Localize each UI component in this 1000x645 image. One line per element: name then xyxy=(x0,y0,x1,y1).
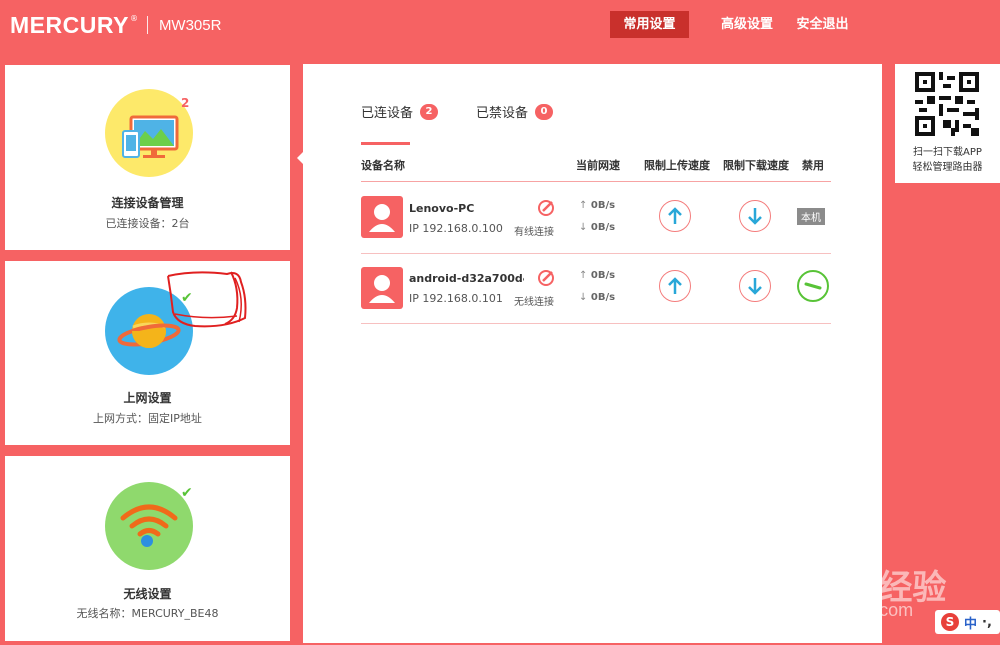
tab-label: 已禁设备 xyxy=(476,106,529,121)
count-badge: 2 xyxy=(420,103,439,120)
arrow-up-icon xyxy=(668,207,682,224)
app-download-panel: 扫一扫下载APP 轻松管理路由器 xyxy=(895,64,1000,183)
limit-upload-button[interactable] xyxy=(659,270,691,302)
card-subtitle: 已连接设备：2台 xyxy=(105,217,190,230)
ime-language: 中 xyxy=(964,616,978,632)
ime-indicator[interactable]: S 中 ·, xyxy=(935,610,1000,634)
main-panel: 已连设备 2 已禁设备 0 设备名称 当前网速 限制上传速度 限制下载速度 禁用… xyxy=(303,64,882,643)
download-speed-value: 0B/s xyxy=(590,222,616,233)
upload-arrow-icon: ↑ xyxy=(579,200,588,211)
column-header: 设备名称 xyxy=(361,159,405,172)
watermark-url: jingyan.baidu.com xyxy=(768,600,914,620)
download-speed: ↓ 0B/s xyxy=(579,222,615,233)
connection-type: 有线连接 xyxy=(514,227,554,238)
card-title: 上网设置 xyxy=(123,391,172,405)
upload-speed: ↑ 0B/s xyxy=(579,200,615,211)
limit-upload-button[interactable] xyxy=(659,200,691,232)
limit-download-button[interactable] xyxy=(739,270,771,302)
ban-device-button[interactable] xyxy=(797,270,829,302)
download-speed-value: 0B/s xyxy=(590,292,616,303)
card-device-management[interactable]: 2 连接设备管理 已连接设备：2台 xyxy=(5,65,290,250)
card-wireless-settings[interactable]: ✔ 无线设置 无线名称：MERCURY_BE48 xyxy=(5,456,290,641)
card-subtitle: 无线名称：MERCURY_BE48 xyxy=(76,607,219,620)
brand-logo: MERCURY xyxy=(10,11,129,38)
count-badge: 0 xyxy=(535,103,554,120)
column-header: 当前网速 xyxy=(576,159,620,172)
registered-mark: ® xyxy=(129,14,138,23)
arrow-up-icon xyxy=(668,277,682,294)
device-count-badge: 2 xyxy=(181,96,190,110)
edit-icon[interactable] xyxy=(536,198,556,222)
local-device-tag: 本机 xyxy=(797,208,825,225)
column-header: 限制上传速度 xyxy=(644,159,710,172)
device-ip: IP 192.168.0.101 xyxy=(409,292,503,305)
ban-icon xyxy=(804,282,822,290)
upload-speed-value: 0B/s xyxy=(590,270,616,281)
tab-logout[interactable]: 安全退出 xyxy=(784,11,861,38)
brand-divider xyxy=(146,16,148,34)
tab-label: 已连设备 xyxy=(361,106,414,121)
connection-type: 无线连接 xyxy=(514,297,554,308)
card-title: 连接设备管理 xyxy=(111,196,184,210)
upload-speed: ↑ 0B/s xyxy=(579,270,615,281)
card-title: 无线设置 xyxy=(123,587,172,601)
arrow-down-icon xyxy=(748,278,762,295)
user-avatar-icon xyxy=(361,196,403,238)
upload-arrow-icon: ↑ xyxy=(579,270,588,281)
download-speed: ↓ 0B/s xyxy=(579,292,615,303)
edit-icon[interactable] xyxy=(536,268,556,292)
qr-code-icon xyxy=(915,72,979,136)
download-arrow-icon: ↓ xyxy=(579,222,588,233)
arrow-down-icon xyxy=(748,208,762,225)
monitor-devices-icon xyxy=(105,89,193,177)
download-arrow-icon: ↓ xyxy=(579,292,588,303)
annotation-scribble xyxy=(167,271,247,328)
router-model: MW305R xyxy=(158,16,222,34)
device-name: Lenovo-PC xyxy=(409,202,475,215)
check-icon: ✔ xyxy=(181,485,193,501)
ime-logo-icon: S xyxy=(941,613,959,631)
table-row: Lenovo-PC IP 192.168.0.100 有线连接 ↑ 0B/s ↓… xyxy=(361,184,831,254)
ime-punctuation: ·, xyxy=(982,614,992,630)
device-tabs: 已连设备 2 已禁设备 0 xyxy=(361,102,554,121)
user-avatar-icon xyxy=(361,267,403,309)
active-tab-underline xyxy=(361,142,410,145)
qr-caption-line2: 轻松管理路由器 xyxy=(912,162,983,173)
tab-common-settings[interactable]: 常用设置 xyxy=(610,11,689,38)
wifi-icon xyxy=(105,482,193,570)
brand: MERCURY ® MW305R xyxy=(10,11,221,39)
column-header: 禁用 xyxy=(802,159,824,172)
upload-speed-value: 0B/s xyxy=(590,200,616,211)
device-name: android-d32a700d48! xyxy=(409,272,524,285)
device-ip: IP 192.168.0.100 xyxy=(409,222,503,235)
tab-connected-devices[interactable]: 已连设备 2 xyxy=(361,102,476,121)
limit-download-button[interactable] xyxy=(739,200,771,232)
column-header: 限制下载速度 xyxy=(723,159,789,172)
tab-banned-devices[interactable]: 已禁设备 0 xyxy=(476,102,554,121)
table-header: 设备名称 当前网速 限制上传速度 限制下载速度 禁用 xyxy=(361,156,831,182)
card-internet-settings[interactable]: ✔ 上网设置 上网方式：固定IP地址 xyxy=(5,261,290,445)
card-subtitle: 上网方式：固定IP地址 xyxy=(93,412,202,425)
top-nav: 常用设置 高级设置 安全退出 xyxy=(610,11,861,38)
table-row: android-d32a700d48! IP 192.168.0.101 无线连… xyxy=(361,254,831,324)
qr-caption-line1: 扫一扫下载APP xyxy=(913,147,982,158)
